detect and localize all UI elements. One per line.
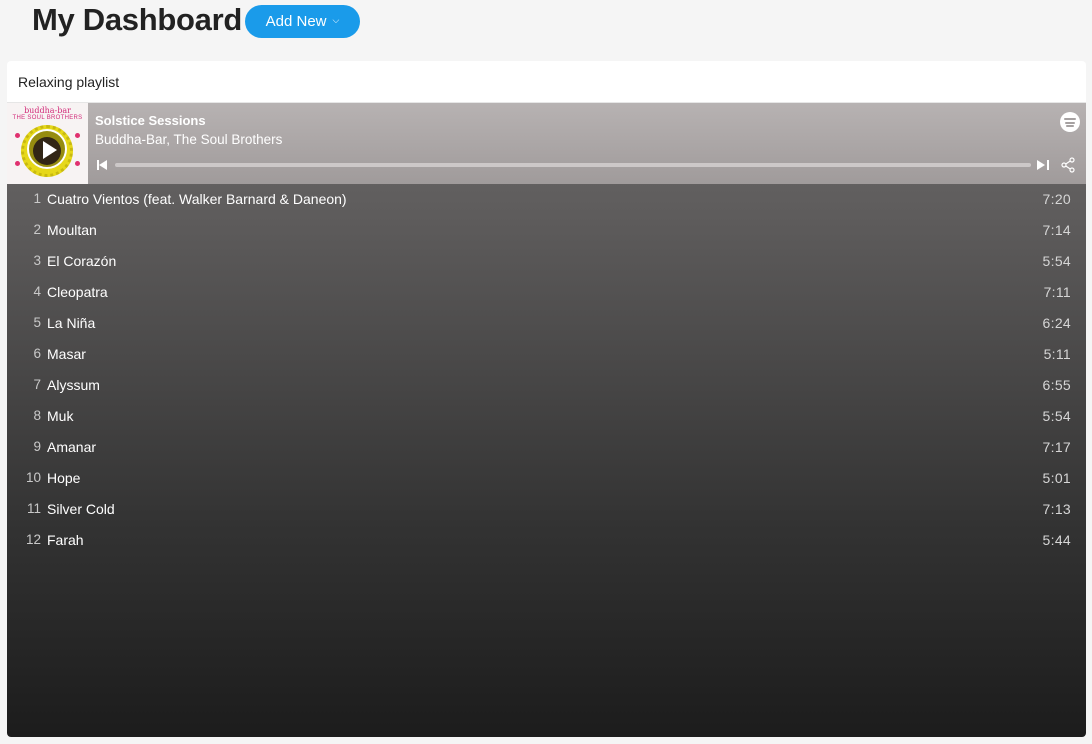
track-duration: 6:24	[1042, 315, 1071, 331]
track-duration: 5:11	[1043, 346, 1071, 362]
track-row[interactable]: 2 Moultan 7:14	[7, 215, 1086, 246]
track-name: Alyssum	[47, 377, 100, 393]
track-number: 1	[33, 191, 41, 206]
track-row[interactable]: 9 Amanar 7:17	[7, 432, 1086, 463]
cover-brand-text: buddha-bar	[24, 106, 71, 115]
track-number: 6	[33, 346, 41, 361]
track-number: 4	[33, 284, 41, 299]
track-row[interactable]: 11 Silver Cold 7:13	[7, 494, 1086, 525]
cover-dot	[75, 133, 80, 138]
track-row[interactable]: 7 Alyssum 6:55	[7, 370, 1086, 401]
top-bar: My Dashboard Add New ⌵	[0, 0, 1092, 50]
previous-icon[interactable]	[97, 159, 109, 171]
track-name: Cleopatra	[47, 284, 108, 300]
cover-dot	[75, 161, 80, 166]
cover-dot	[15, 161, 20, 166]
track-row[interactable]: 4 Cleopatra 7:11	[7, 277, 1086, 308]
track-number: 12	[25, 532, 41, 547]
track-number: 3	[33, 253, 41, 268]
track-duration: 6:55	[1042, 377, 1071, 393]
album-cover: buddha-bar THE SOUL BROTHERS	[7, 103, 88, 184]
track-name: Amanar	[47, 439, 97, 455]
track-name: Silver Cold	[47, 501, 115, 517]
artist-names[interactable]: Buddha-Bar, The Soul Brothers	[95, 132, 282, 147]
track-number: 2	[33, 222, 41, 237]
track-name: Cuatro Vientos (feat. Walker Barnard & D…	[47, 191, 347, 207]
spotify-icon[interactable]	[1060, 112, 1080, 132]
track-duration: 7:11	[1043, 284, 1071, 300]
track-title: Solstice Sessions	[95, 113, 206, 128]
add-new-button[interactable]: Add New ⌵	[245, 5, 360, 38]
track-list: 1 Cuatro Vientos (feat. Walker Barnard & …	[7, 184, 1086, 556]
page-title: My Dashboard	[32, 2, 242, 37]
track-row[interactable]: 6 Masar 5:11	[7, 339, 1086, 370]
track-name: La Niña	[47, 315, 96, 331]
track-duration: 7:17	[1042, 439, 1071, 455]
chevron-down-icon: ⌵	[332, 15, 340, 25]
track-duration: 7:20	[1042, 191, 1071, 207]
track-number: 9	[33, 439, 41, 454]
playlist-widget: Relaxing playlist buddha-bar THE SOUL BR…	[7, 61, 1086, 737]
track-name: Moultan	[47, 222, 97, 238]
track-name: Farah	[47, 532, 84, 548]
progress-bar[interactable]	[115, 163, 1031, 167]
track-duration: 7:13	[1042, 501, 1071, 517]
track-name: Masar	[47, 346, 86, 362]
track-number: 8	[33, 408, 41, 423]
track-row[interactable]: 3 El Corazón 5:54	[7, 246, 1086, 277]
track-duration: 5:54	[1042, 408, 1071, 424]
cover-subtitle-text: THE SOUL BROTHERS	[12, 115, 83, 121]
track-number: 10	[25, 470, 41, 485]
track-duration: 5:54	[1042, 253, 1071, 269]
track-row[interactable]: 8 Muk 5:54	[7, 401, 1086, 432]
player-header: buddha-bar THE SOUL BROTHERS Solstice Se…	[7, 103, 1086, 184]
track-duration: 5:01	[1042, 470, 1071, 486]
cover-dot	[15, 133, 20, 138]
next-icon[interactable]	[1037, 159, 1049, 171]
track-row[interactable]: 5 La Niña 6:24	[7, 308, 1086, 339]
add-new-label: Add New	[265, 13, 327, 30]
track-number: 7	[33, 377, 41, 392]
play-icon[interactable]	[27, 129, 67, 169]
track-row[interactable]: 12 Farah 5:44	[7, 525, 1086, 556]
track-row[interactable]: 1 Cuatro Vientos (feat. Walker Barnard & …	[7, 184, 1086, 215]
track-name: Hope	[47, 470, 81, 486]
share-icon[interactable]	[1060, 157, 1076, 173]
track-number: 11	[26, 501, 41, 516]
track-number: 5	[33, 315, 41, 330]
track-name: El Corazón	[47, 253, 117, 269]
track-duration: 5:44	[1042, 532, 1071, 548]
spotify-player: buddha-bar THE SOUL BROTHERS Solstice Se…	[7, 103, 1086, 737]
widget-title: Relaxing playlist	[7, 61, 1086, 103]
track-row[interactable]: 10 Hope 5:01	[7, 463, 1086, 494]
track-name: Muk	[47, 408, 74, 424]
track-duration: 7:14	[1042, 222, 1071, 238]
